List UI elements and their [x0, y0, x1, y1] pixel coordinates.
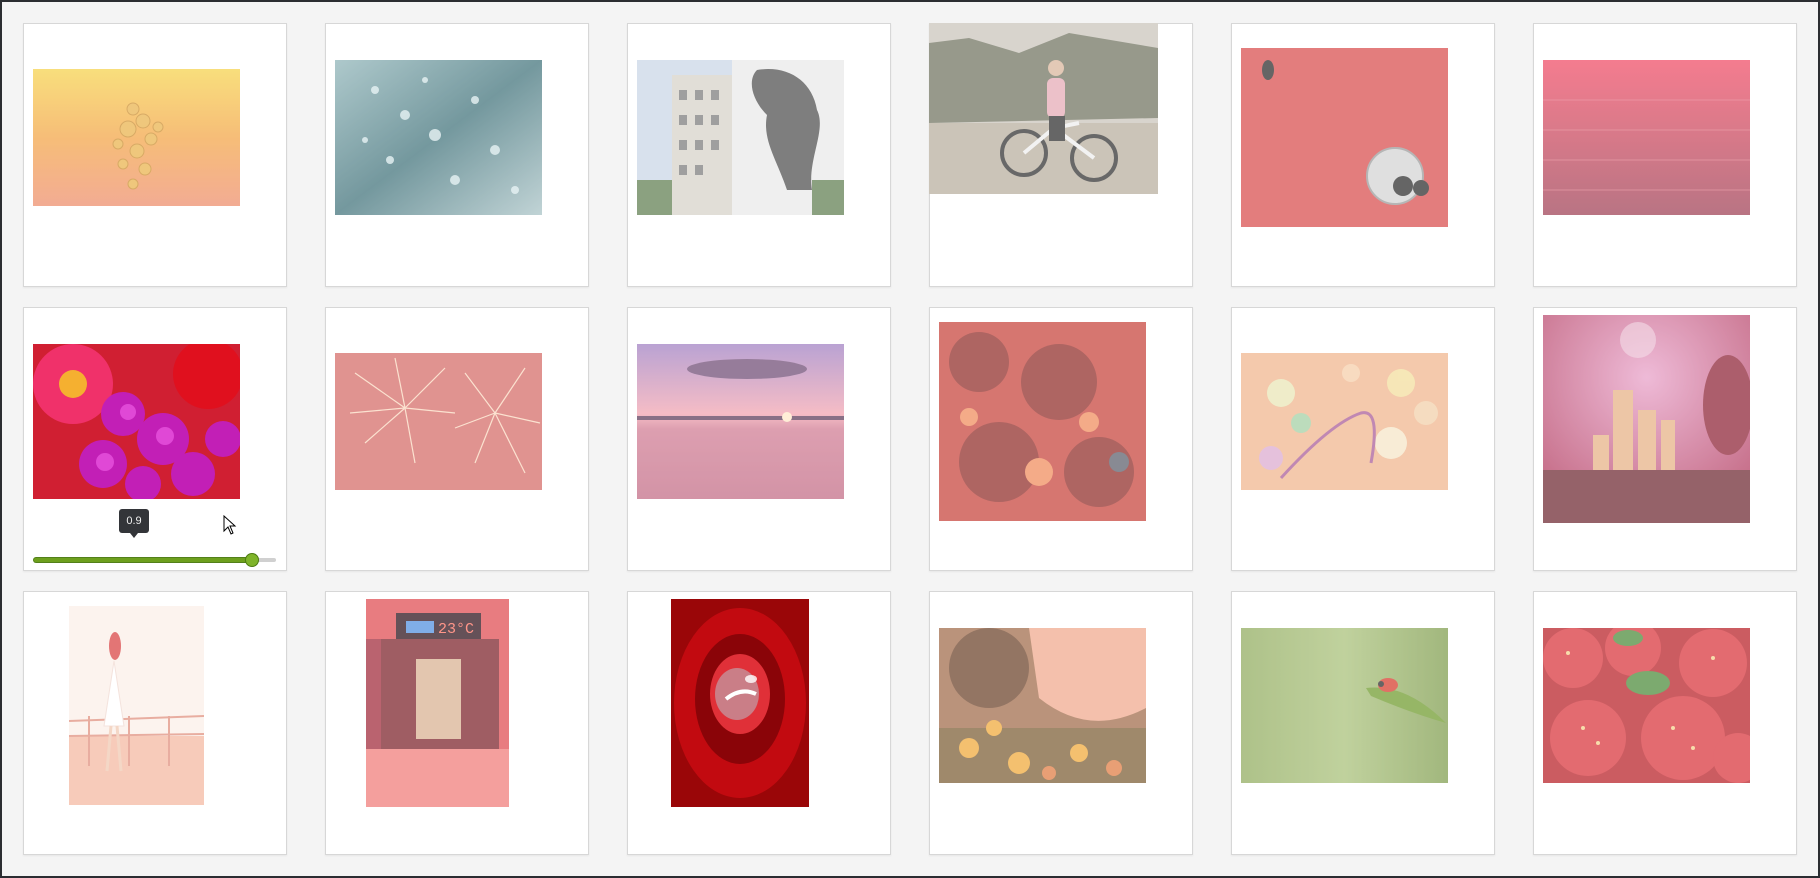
- photo-card[interactable]: [1533, 307, 1797, 571]
- photo-grid: 0.9 23°C: [23, 23, 1797, 855]
- photo-ladybug[interactable]: [1241, 628, 1448, 783]
- photo-card[interactable]: [23, 591, 287, 855]
- photo-card[interactable]: [929, 591, 1193, 855]
- photo-card[interactable]: [929, 23, 1193, 287]
- photo-bokeh-bracelet[interactable]: [1241, 353, 1448, 490]
- photo-city-night[interactable]: [1543, 315, 1750, 523]
- photo-card[interactable]: [929, 307, 1193, 571]
- photo-fireworks[interactable]: [335, 353, 542, 490]
- photo-dancer[interactable]: [69, 606, 204, 805]
- photo-rose[interactable]: [671, 599, 809, 807]
- photo-card[interactable]: [627, 591, 891, 855]
- photo-card[interactable]: [23, 23, 287, 287]
- slider-fill: [34, 558, 252, 562]
- photo-card[interactable]: [1231, 591, 1495, 855]
- opacity-slider[interactable]: [34, 553, 276, 567]
- photo-card[interactable]: [1533, 591, 1797, 855]
- photo-card[interactable]: [1231, 307, 1495, 571]
- photo-card[interactable]: [1231, 23, 1495, 287]
- slider-handle[interactable]: [244, 553, 259, 567]
- photo-flowers[interactable]: [33, 344, 240, 499]
- photo-card[interactable]: 0.9: [23, 307, 287, 571]
- photo-strawberries[interactable]: [1543, 628, 1750, 783]
- mouse-cursor-icon: [223, 515, 237, 535]
- photo-card[interactable]: [627, 307, 891, 571]
- photo-card[interactable]: [627, 23, 891, 287]
- photo-summer-dress[interactable]: [939, 628, 1146, 783]
- photo-astronaut-mural[interactable]: [637, 60, 844, 215]
- photo-card[interactable]: 23°C: [325, 591, 589, 855]
- photo-cyclist[interactable]: [929, 23, 1158, 194]
- photo-card[interactable]: [325, 307, 589, 571]
- photo-card[interactable]: [325, 23, 589, 287]
- photo-bubbles[interactable]: [33, 69, 240, 206]
- photo-red-surface-coin[interactable]: [1241, 48, 1448, 227]
- photo-embers[interactable]: [939, 322, 1146, 521]
- gallery-window: 0.9 23°C: [2, 2, 1818, 876]
- slider-value-tooltip: 0.9: [119, 509, 149, 538]
- svg-text:23°C: 23°C: [438, 621, 474, 638]
- photo-water-drops[interactable]: [335, 60, 542, 215]
- photo-sunset-sea[interactable]: [637, 344, 844, 499]
- photo-card[interactable]: [1533, 23, 1797, 287]
- photo-street-night[interactable]: 23°C: [366, 599, 509, 807]
- photo-red-sea[interactable]: [1543, 60, 1750, 215]
